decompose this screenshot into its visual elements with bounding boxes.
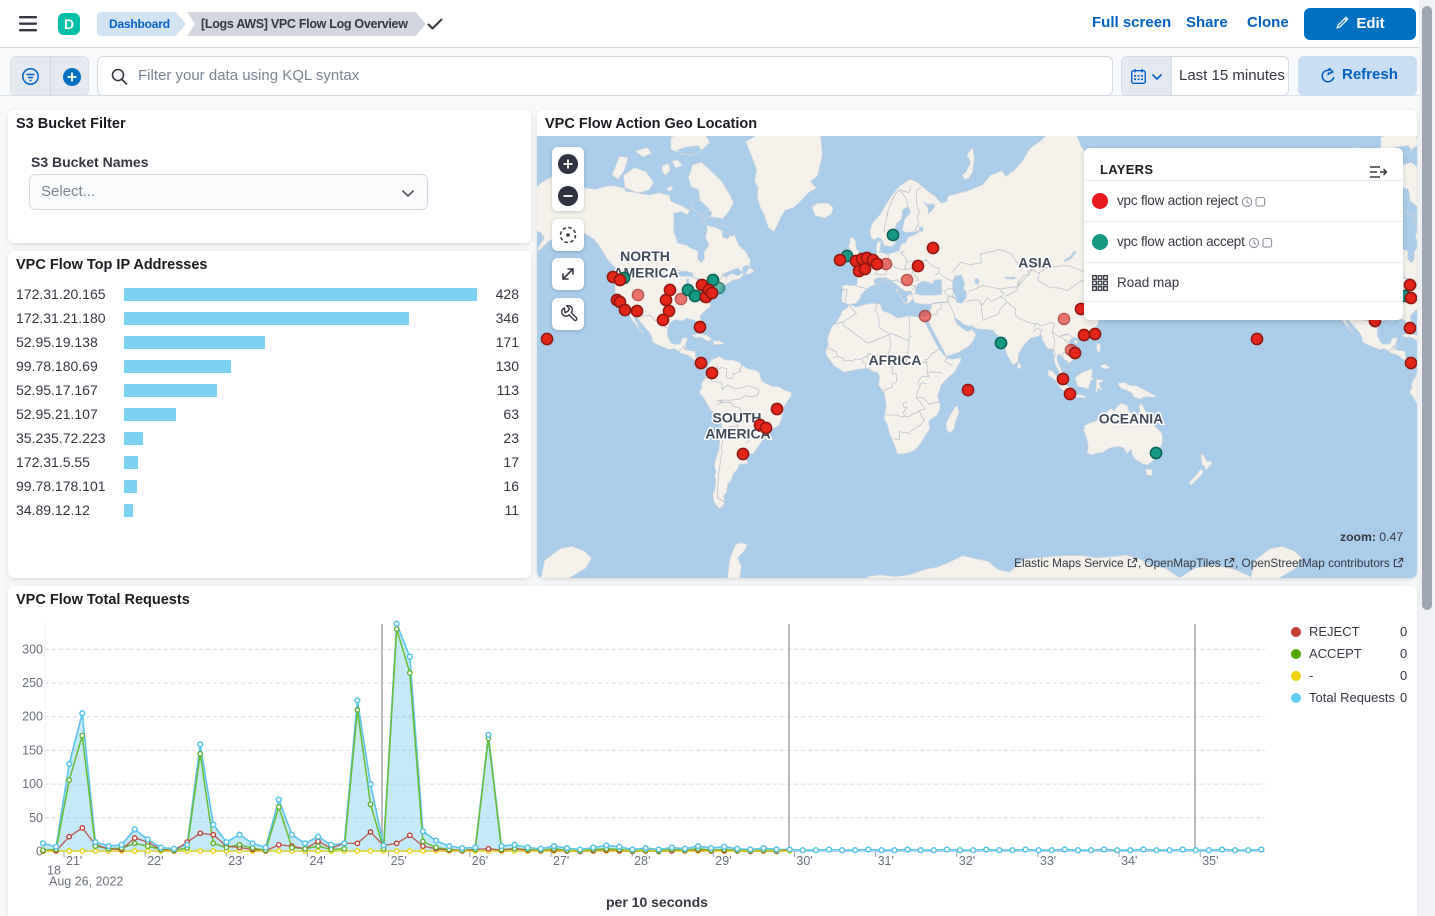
- svg-text:34': 34': [1121, 854, 1137, 868]
- svg-text:Aug 26, 2022: Aug 26, 2022: [49, 875, 123, 889]
- svg-text:AFRICA: AFRICA: [869, 352, 922, 368]
- svg-text:ASIA: ASIA: [1018, 255, 1051, 271]
- svg-text:29': 29': [715, 854, 731, 868]
- svg-text:250: 250: [22, 676, 43, 690]
- svg-text:100: 100: [22, 777, 43, 791]
- svg-text:150: 150: [22, 743, 43, 757]
- svg-text:32': 32': [959, 854, 975, 868]
- svg-text:OCEANIA: OCEANIA: [1099, 411, 1164, 427]
- svg-text:22': 22': [147, 854, 163, 868]
- svg-text:26': 26': [472, 854, 488, 868]
- svg-text:200: 200: [22, 710, 43, 724]
- svg-text:50: 50: [29, 811, 43, 825]
- svg-text:23': 23': [228, 854, 244, 868]
- svg-text:27': 27': [553, 854, 569, 868]
- svg-text:21': 21': [66, 854, 82, 868]
- svg-text:NORTH: NORTH: [620, 248, 670, 264]
- svg-text:31': 31': [878, 854, 894, 868]
- svg-text:28': 28': [634, 854, 650, 868]
- svg-text:24': 24': [310, 854, 326, 868]
- svg-text:30': 30': [796, 854, 812, 868]
- svg-text:35': 35': [1202, 854, 1218, 868]
- svg-text:300: 300: [22, 642, 43, 656]
- svg-text:25': 25': [391, 854, 407, 868]
- svg-text:33': 33': [1040, 854, 1056, 868]
